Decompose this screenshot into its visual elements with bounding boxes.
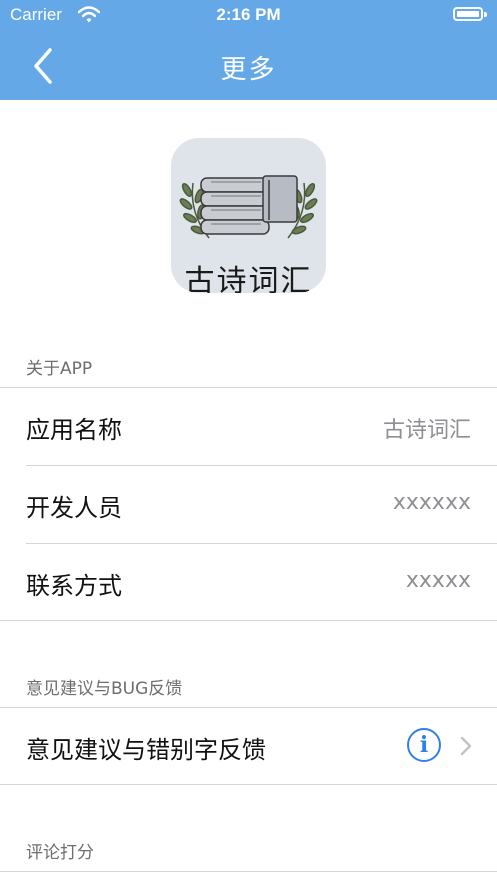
app-logo: 古诗词汇 bbox=[171, 138, 326, 293]
row-label: 联系方式 bbox=[26, 572, 122, 600]
divider bbox=[0, 620, 497, 621]
app-logo-text: 古诗词汇 bbox=[184, 264, 313, 293]
info-icon[interactable]: i bbox=[407, 728, 441, 762]
divider bbox=[0, 784, 497, 785]
row-value: xxxxx bbox=[405, 568, 471, 593]
row-value: 古诗词汇 bbox=[382, 418, 471, 443]
section-header-feedback: 意见建议与BUG反馈 bbox=[26, 679, 183, 699]
row-label: 开发人员 bbox=[26, 494, 122, 522]
row-label: 意见建议与错别字反馈 bbox=[26, 736, 266, 764]
row-app-name[interactable]: 应用名称 古诗词汇 bbox=[0, 388, 497, 465]
status-bar: Carrier 2:16 PM bbox=[0, 0, 497, 32]
row-value: xxxxxx bbox=[392, 490, 471, 515]
section-header-about: 关于APP bbox=[26, 359, 93, 379]
status-time: 2:16 PM bbox=[216, 5, 281, 24]
navigation-bar: 更多 bbox=[0, 32, 497, 100]
row-developer[interactable]: 开发人员 xxxxxx bbox=[0, 466, 497, 543]
chevron-right-icon bbox=[460, 736, 472, 756]
page-title: 更多 bbox=[220, 55, 277, 85]
row-label: 应用名称 bbox=[26, 416, 122, 444]
settings-list: 古诗词汇 关于APP 应用名称 古诗词汇 开发人员 xxxxxx 联系方式 xx… bbox=[0, 100, 497, 883]
battery-icon bbox=[453, 7, 487, 21]
section-header-rating: 评论打分 bbox=[26, 843, 94, 863]
row-contact[interactable]: 联系方式 xxxxx bbox=[0, 544, 497, 621]
divider bbox=[0, 871, 497, 872]
row-feedback[interactable]: 意见建议与错别字反馈 i bbox=[0, 708, 497, 785]
